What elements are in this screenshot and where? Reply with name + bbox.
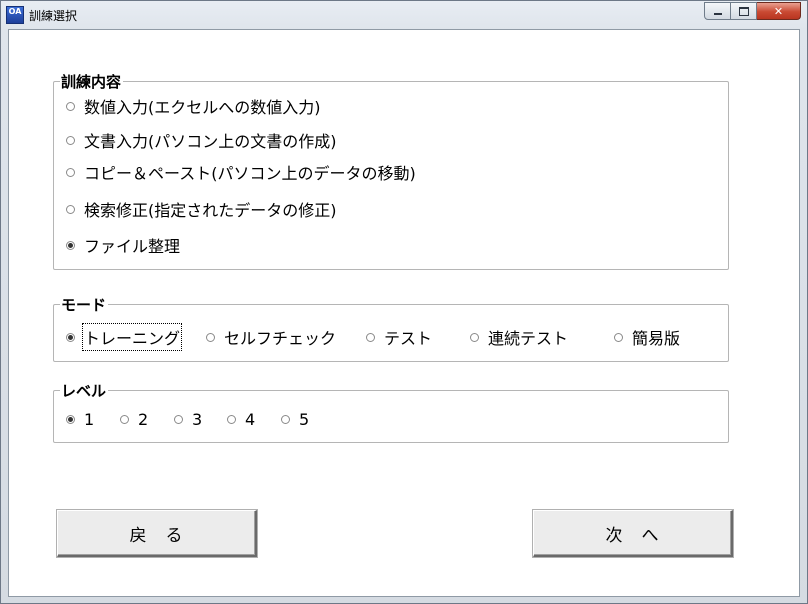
training-option-label: コピー＆ペースト(パソコン上のデータの移動): [84, 164, 416, 183]
radio-icon: [206, 332, 215, 342]
level-option-label: 2: [138, 410, 149, 429]
level-option-label: 5: [299, 410, 310, 429]
window-controls: ✕: [704, 2, 801, 21]
training-option-label: 検索修正(指定されたデータの修正): [84, 201, 337, 220]
level-option-3[interactable]: 3: [174, 410, 202, 429]
client-area: 訓練内容 数値入力(エクセルへの数値入力) 文書入力(パソコン上の文書の作成) …: [8, 29, 800, 597]
radio-icon: [66, 167, 75, 177]
main-window: OA 訓練選択 ✕ 訓練内容 数値入力(エクセルへの数値入力) 文書入力(パソコ…: [0, 0, 808, 604]
training-option-search-edit[interactable]: 検索修正(指定されたデータの修正): [66, 197, 337, 221]
mode-option-test[interactable]: テスト: [366, 325, 432, 349]
level-legend: レベル: [61, 382, 107, 400]
close-button[interactable]: ✕: [757, 2, 801, 20]
training-option-file-organize[interactable]: ファイル整理: [66, 233, 180, 257]
level-option-label: 1: [84, 410, 95, 429]
mode-option-label: 簡易版: [632, 329, 681, 348]
training-option-label: ファイル整理: [84, 237, 181, 256]
app-icon-label: OA: [8, 7, 22, 16]
mode-option-self-check[interactable]: セルフチェック: [206, 325, 336, 349]
training-option-label: 文書入力(パソコン上の文書の作成): [84, 132, 337, 151]
radio-checked-icon: [66, 240, 75, 250]
mode-option-label: テスト: [384, 329, 433, 348]
radio-icon: [227, 415, 236, 424]
radio-checked-icon: [66, 332, 75, 342]
mode-option-label: 連続テスト: [488, 329, 569, 348]
level-option-1[interactable]: 1: [66, 410, 94, 429]
training-option-label: 数値入力(エクセルへの数値入力): [84, 98, 321, 117]
radio-icon: [174, 415, 183, 424]
title-bar[interactable]: OA 訓練選択 ✕: [1, 1, 807, 29]
radio-icon: [366, 332, 375, 342]
mode-legend: モード: [61, 296, 107, 314]
window-title: 訓練選択: [29, 9, 78, 23]
app-icon: OA: [6, 6, 24, 24]
level-option-label: 3: [192, 410, 203, 429]
level-option-label: 4: [245, 410, 256, 429]
radio-icon: [614, 332, 623, 342]
training-option-numeric-input[interactable]: 数値入力(エクセルへの数値入力): [66, 94, 321, 118]
level-option-4[interactable]: 4: [227, 410, 255, 429]
mode-option-continuous-test[interactable]: 連続テスト: [470, 325, 568, 349]
radio-icon: [66, 135, 75, 145]
radio-checked-icon: [66, 415, 75, 424]
training-option-copy-paste[interactable]: コピー＆ペースト(パソコン上のデータの移動): [66, 160, 416, 184]
level-option-5[interactable]: 5: [281, 410, 309, 429]
maximize-button[interactable]: [731, 2, 757, 20]
level-option-2[interactable]: 2: [120, 410, 148, 429]
mode-option-label: セルフチェック: [224, 329, 337, 348]
radio-icon: [470, 332, 479, 342]
minimize-icon: [713, 13, 722, 15]
mode-option-label: トレーニング: [81, 323, 183, 351]
radio-icon: [66, 204, 75, 214]
radio-icon: [66, 101, 75, 111]
training-option-document-input[interactable]: 文書入力(パソコン上の文書の作成): [66, 128, 337, 152]
close-icon: ✕: [773, 4, 784, 18]
maximize-icon: [738, 6, 749, 16]
radio-icon: [120, 415, 129, 424]
radio-icon: [281, 415, 290, 424]
back-button[interactable]: 戻 る: [57, 510, 257, 557]
training-content-legend: 訓練内容: [61, 73, 122, 91]
mode-option-simple[interactable]: 簡易版: [614, 325, 680, 349]
next-button[interactable]: 次 へ: [533, 510, 733, 557]
minimize-button[interactable]: [704, 2, 731, 20]
level-group: レベル: [53, 380, 729, 443]
mode-option-training[interactable]: トレーニング: [66, 323, 183, 351]
